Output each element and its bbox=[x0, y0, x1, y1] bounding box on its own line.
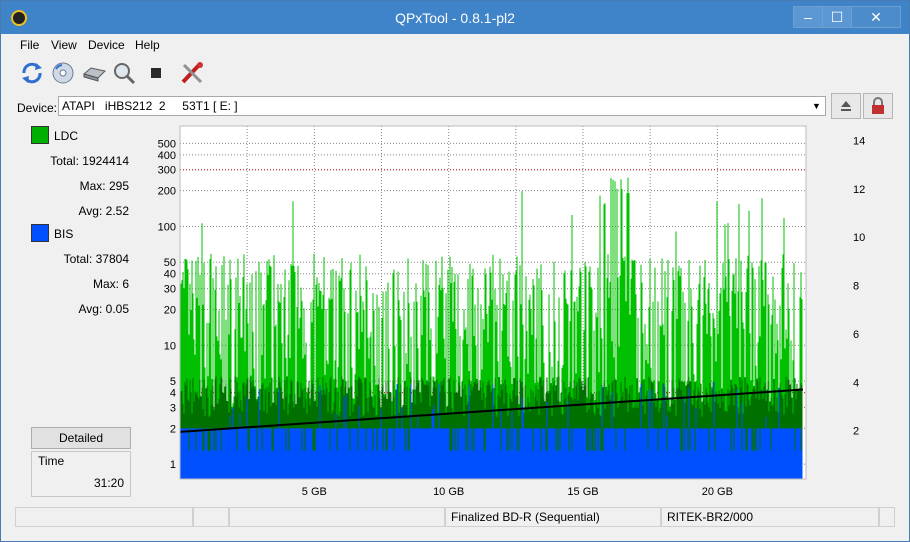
y-left-tick-label: 500 bbox=[158, 138, 176, 150]
y-left-tick-label: 40 bbox=[164, 269, 176, 281]
bis-color-swatch[interactable] bbox=[31, 224, 49, 242]
y-right-tick-label: 8 bbox=[853, 281, 859, 293]
status-cell-6 bbox=[879, 507, 895, 527]
y-left-tick-label: 300 bbox=[158, 165, 176, 177]
x-tick-label: 20 GB bbox=[702, 486, 733, 498]
y-left-tick-label: 10 bbox=[164, 340, 176, 352]
eject-icon bbox=[841, 101, 851, 111]
bis-avg: Avg: 0.05 bbox=[78, 302, 130, 316]
x-tick-label: 5 GB bbox=[302, 486, 327, 498]
menu-view[interactable]: View bbox=[51, 38, 77, 52]
stop-icon[interactable] bbox=[143, 60, 169, 86]
stats-panel: LDC Total: 1924414 Max: 295 Avg: 2.52 BI… bbox=[15, 123, 137, 501]
y-right-tick-label: 10 bbox=[853, 232, 865, 244]
ldc-label: LDC bbox=[54, 129, 79, 143]
bis-label: BIS bbox=[54, 227, 74, 241]
ldc-max: Max: 295 bbox=[79, 179, 129, 193]
maximize-button[interactable]: ☐ bbox=[822, 6, 852, 28]
device-row: Device: ATAPI iHBS212 2 53T1 [ E: ] ▼ bbox=[1, 93, 909, 121]
eject-button[interactable] bbox=[831, 93, 861, 119]
minimize-button[interactable]: – bbox=[793, 6, 823, 28]
title-bar[interactable]: QPxTool - 0.8.1-pl2 – ☐ ✕ bbox=[1, 1, 909, 34]
settings-tools-icon[interactable] bbox=[179, 60, 205, 86]
detailed-button[interactable]: Detailed bbox=[31, 427, 131, 449]
chevron-down-icon[interactable]: ▼ bbox=[808, 97, 825, 115]
time-value: 31:20 bbox=[93, 476, 124, 490]
refresh-icon[interactable] bbox=[19, 60, 45, 86]
menu-bar: File View Device Help bbox=[1, 35, 909, 55]
x-tick-label: 15 GB bbox=[567, 486, 598, 498]
status-media-type: Finalized BD-R (Sequential) bbox=[445, 507, 661, 527]
toolbar bbox=[1, 57, 909, 91]
ldc-avg: Avg: 2.52 bbox=[78, 204, 130, 218]
status-cell-3 bbox=[229, 507, 445, 527]
lock-button[interactable] bbox=[863, 93, 893, 119]
y-left-tick-label: 1 bbox=[170, 459, 176, 471]
ldc-color-swatch[interactable] bbox=[31, 126, 49, 144]
disc-info-icon[interactable] bbox=[50, 60, 76, 86]
status-cell-1 bbox=[15, 507, 193, 527]
x-tick-label: 10 GB bbox=[433, 486, 464, 498]
y-left-tick-label: 3 bbox=[170, 402, 176, 414]
y-left-tick-label: 4 bbox=[170, 388, 176, 400]
y-left-tick-label: 30 bbox=[164, 284, 176, 296]
chart-area: 1 2 3 4 5 10 20 30 40 50 100 200 300 400 500 2 4 6 8 10 12 14… bbox=[137, 121, 907, 503]
y-left-tick-label: 2 bbox=[170, 423, 176, 435]
time-label: Time bbox=[38, 454, 65, 468]
status-bar: Finalized BD-R (Sequential) RITEK-BR2/00… bbox=[15, 507, 895, 529]
y-right-tick-label: 14 bbox=[853, 136, 865, 148]
scan-icon[interactable] bbox=[111, 60, 137, 86]
ldc-total: Total: 1924414 bbox=[50, 154, 129, 168]
y-left-tick-label: 50 bbox=[164, 257, 176, 269]
status-cell-2 bbox=[193, 507, 229, 527]
close-button[interactable]: ✕ bbox=[851, 6, 901, 28]
bis-total: Total: 37804 bbox=[63, 252, 129, 266]
y-left-tick-label: 20 bbox=[164, 305, 176, 317]
y-left-tick-label: 100 bbox=[158, 221, 176, 233]
y-right-tick-label: 12 bbox=[853, 184, 865, 196]
device-select[interactable]: ATAPI iHBS212 2 53T1 [ E: ] bbox=[58, 96, 826, 116]
menu-device[interactable]: Device bbox=[88, 38, 125, 52]
device-label: Device: bbox=[17, 101, 58, 115]
menu-help[interactable]: Help bbox=[135, 38, 160, 52]
drive-icon[interactable] bbox=[81, 60, 107, 86]
window-title: QPxTool - 0.8.1-pl2 bbox=[395, 10, 515, 26]
y-right-tick-label: 6 bbox=[853, 329, 859, 341]
menu-file[interactable]: File bbox=[20, 38, 39, 52]
y-right-tick-label: 4 bbox=[853, 377, 859, 389]
status-media-id: RITEK-BR2/000 bbox=[661, 507, 879, 527]
ldc-bis-chart: 1234510203040501002003004005002468101214… bbox=[158, 125, 865, 498]
main-window: QPxTool - 0.8.1-pl2 – ☐ ✕ File View Devi… bbox=[0, 0, 910, 542]
lock-icon bbox=[872, 97, 884, 114]
y-left-tick-label: 400 bbox=[158, 150, 176, 162]
time-box: Time 31:20 bbox=[31, 451, 131, 497]
y-left-tick-label: 5 bbox=[170, 376, 176, 388]
y-left-tick-label: 200 bbox=[158, 186, 176, 198]
y-right-tick-label: 2 bbox=[853, 426, 859, 438]
bis-max: Max: 6 bbox=[92, 277, 129, 291]
